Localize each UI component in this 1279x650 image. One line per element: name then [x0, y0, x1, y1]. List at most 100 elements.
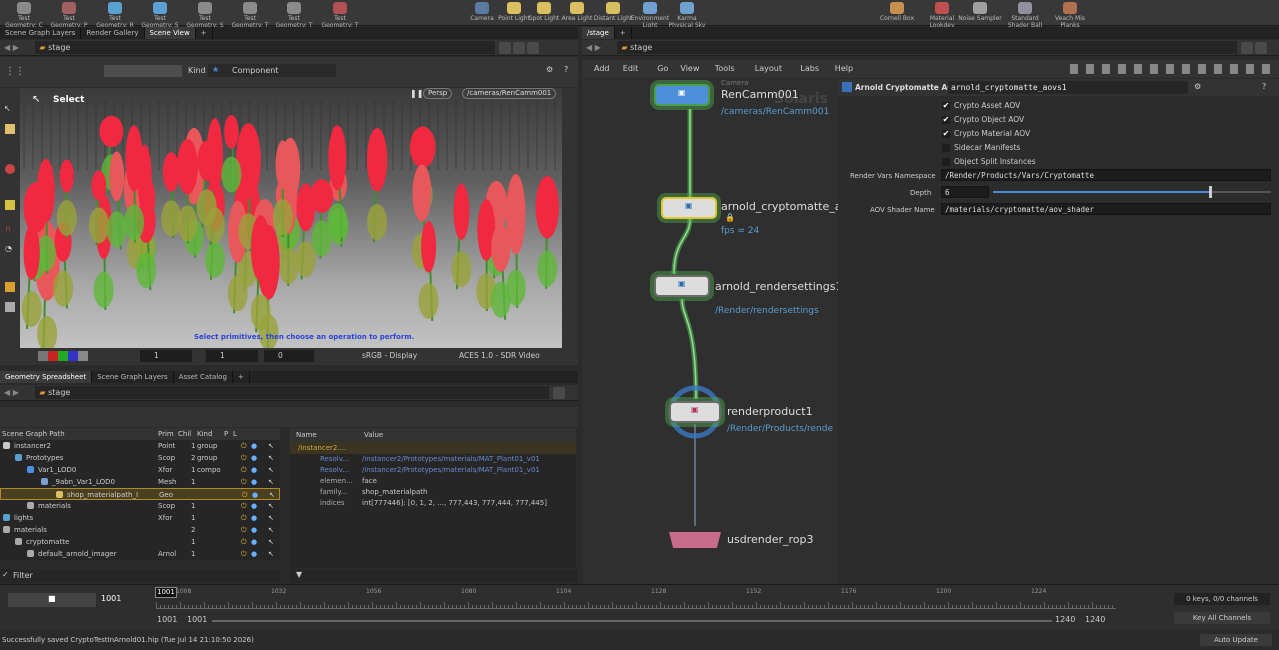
- network-path-value[interactable]: stage: [630, 43, 652, 52]
- param-toggle[interactable]: Sidecar Manifests: [942, 141, 1036, 155]
- tree-row[interactable]: instancer2 Point 1 group ⏻ ● ↖: [0, 440, 280, 452]
- persp-dropdown[interactable]: Persp: [423, 88, 453, 99]
- handle-tool-icon[interactable]: [5, 200, 15, 210]
- activate-icon[interactable]: ⏻: [241, 524, 247, 536]
- current-frame[interactable]: 1001: [101, 594, 121, 603]
- select-icon[interactable]: ↖: [268, 548, 274, 560]
- properties-toolbar[interactable]: [290, 407, 578, 427]
- shelf-tool-18[interactable]: Standard Shader Ball: [1003, 2, 1047, 29]
- node-rencamm001[interactable]: ▣: [654, 84, 710, 106]
- menu-help[interactable]: Help: [835, 60, 853, 78]
- tree-row[interactable]: cryptomatte 1 ⏻ ● ↖: [0, 536, 280, 548]
- tree-row[interactable]: shop_materialpath_I Geo ⏻ ● ↖: [0, 488, 280, 500]
- prop-row[interactable]: Resolv... /instancer2/Prototypes/material…: [290, 454, 576, 465]
- forward-icon[interactable]: ▶: [13, 43, 19, 52]
- stop-icon[interactable]: ■: [48, 594, 56, 603]
- menu-layout[interactable]: Layout: [755, 60, 782, 78]
- tab-scene-graph-layers[interactable]: Scene Graph Layers: [0, 27, 82, 39]
- param-toggle[interactable]: Object Split Instances: [942, 155, 1036, 169]
- pause-icon[interactable]: ❚❚: [410, 89, 423, 98]
- tab-render-gallery[interactable]: Render Gallery: [81, 27, 145, 39]
- select-icon[interactable]: ↖: [268, 440, 274, 452]
- col-chil[interactable]: Chil: [178, 428, 191, 440]
- col-path[interactable]: Scene Graph Path: [2, 428, 65, 440]
- tree-toolbar[interactable]: [0, 407, 290, 427]
- range-slider[interactable]: [212, 620, 1052, 622]
- range-end[interactable]: 1240: [1055, 615, 1075, 624]
- aov-shader-field[interactable]: /materials/cryptomatte/aov_shader: [941, 203, 1271, 215]
- tab-geometry-spreadsheet[interactable]: Geometry Spreadsheet: [0, 371, 93, 383]
- checkbox-icon[interactable]: ✔: [942, 116, 950, 124]
- gear-icon[interactable]: ⚙: [546, 65, 553, 74]
- node-usdrender-rop3[interactable]: [669, 532, 721, 548]
- activate-icon[interactable]: ⏻: [241, 476, 247, 488]
- visibility-icon[interactable]: ●: [252, 489, 258, 499]
- camera-dropdown[interactable]: /cameras/RenCamm001: [462, 88, 557, 99]
- col-l[interactable]: L: [233, 428, 237, 440]
- auto-update-dropdown[interactable]: Auto Update: [1200, 634, 1272, 646]
- visibility-icon[interactable]: ●: [251, 548, 257, 560]
- help-icon[interactable]: ?: [1262, 82, 1266, 91]
- shelf-tool-7[interactable]: Test Geometry: T: [318, 2, 362, 29]
- tree-row[interactable]: lights Xfor 1 ⏻ ● ↖: [0, 512, 280, 524]
- menu-labs[interactable]: Labs: [800, 60, 819, 78]
- node-arnold-cryptomatte[interactable]: ▣: [661, 197, 717, 219]
- visibility-icon[interactable]: ●: [251, 536, 257, 548]
- visibility-icon[interactable]: ●: [251, 512, 257, 524]
- shelf-tool-15[interactable]: Cornell Box: [875, 2, 919, 22]
- brush-icon[interactable]: [5, 302, 15, 312]
- node-arnold-rendersettings[interactable]: ▣: [654, 275, 710, 297]
- col-prim[interactable]: Prim: [158, 428, 174, 440]
- activate-icon[interactable]: ⏻: [241, 464, 247, 476]
- add-tab-icon[interactable]: +: [233, 371, 250, 383]
- viewer-tool-icons[interactable]: [344, 65, 464, 77]
- tab-stage[interactable]: /stage: [582, 27, 615, 39]
- network-editor[interactable]: Solaris ▣ Camera RenCamm001 /cameras/Ren…: [582, 79, 838, 584]
- tree-row[interactable]: materials Scop 1 ⏻ ● ↖: [0, 500, 280, 512]
- select-icon[interactable]: ↖: [268, 512, 274, 524]
- forward-icon[interactable]: ▶: [13, 388, 19, 397]
- tree-row[interactable]: _9abn_Var1_LOD0 Mesh 1 ⏻ ● ↖: [0, 476, 280, 488]
- shelf-tool-0[interactable]: Test Geometry: C: [2, 2, 46, 29]
- activate-icon[interactable]: ⏻: [242, 489, 248, 499]
- shelf-tool-4[interactable]: Test Geometry: S: [183, 2, 227, 29]
- activate-icon[interactable]: ⏻: [241, 536, 247, 548]
- shelf-tool-19[interactable]: Veach Mis Planks: [1048, 2, 1092, 29]
- shelf-tool-14[interactable]: Karma Physical Sky: [665, 2, 709, 29]
- shelf-tool-3[interactable]: Test Geometry: S: [138, 2, 182, 29]
- activate-icon[interactable]: ⏻: [241, 548, 247, 560]
- kind-dropdown[interactable]: Component: [208, 64, 336, 77]
- col-p[interactable]: P: [224, 428, 228, 440]
- display-dropdown[interactable]: sRGB - Display: [358, 350, 443, 362]
- back-icon[interactable]: ◀: [4, 388, 10, 397]
- visibility-icon[interactable]: ●: [251, 464, 257, 476]
- select-icon[interactable]: ↖: [268, 536, 274, 548]
- activate-icon[interactable]: ⏻: [241, 500, 247, 512]
- pose-tool-icon[interactable]: [5, 164, 15, 174]
- param-toggle[interactable]: ✔ Crypto Object AOV: [942, 113, 1036, 127]
- menu-add[interactable]: Add: [594, 60, 610, 78]
- add-tab-icon[interactable]: +: [196, 27, 213, 39]
- menu-edit[interactable]: Edit: [623, 60, 639, 78]
- prop-row[interactable]: indices int[777446]: [0, 1, 2, ..., 777,4…: [290, 498, 576, 509]
- shelf-tool-6[interactable]: Test Geometry: T: [272, 2, 316, 29]
- shelf-tool-5[interactable]: Test Geometry: T: [228, 2, 272, 29]
- props-root-row[interactable]: /instancer2....: [290, 442, 576, 454]
- visibility-icon[interactable]: ●: [251, 440, 257, 452]
- grid-icon[interactable]: ⋮⋮: [5, 66, 25, 77]
- checkbox-icon[interactable]: ✔: [942, 102, 950, 110]
- channel-buttons[interactable]: [38, 351, 88, 361]
- select-icon[interactable]: ↖: [268, 500, 274, 512]
- shelf-tool-2[interactable]: Test Geometry: R: [93, 2, 137, 29]
- network-tool-icons[interactable]: [1070, 64, 1270, 74]
- lock-icon[interactable]: [5, 124, 15, 134]
- param-toggle[interactable]: ✔ Crypto Material AOV: [942, 127, 1036, 141]
- range-end-2[interactable]: 1240: [1085, 615, 1105, 624]
- select-icon[interactable]: ↖: [268, 524, 274, 536]
- depth-field[interactable]: 6: [941, 186, 989, 198]
- magnet-icon[interactable]: ∩: [5, 224, 11, 233]
- checkbox-icon[interactable]: [942, 158, 950, 166]
- selection-mode-icons[interactable]: [104, 65, 182, 77]
- node-usdrender-label[interactable]: usdrender_rop3: [727, 533, 813, 546]
- shelf-tool-1[interactable]: Test Geometry: P: [47, 2, 91, 29]
